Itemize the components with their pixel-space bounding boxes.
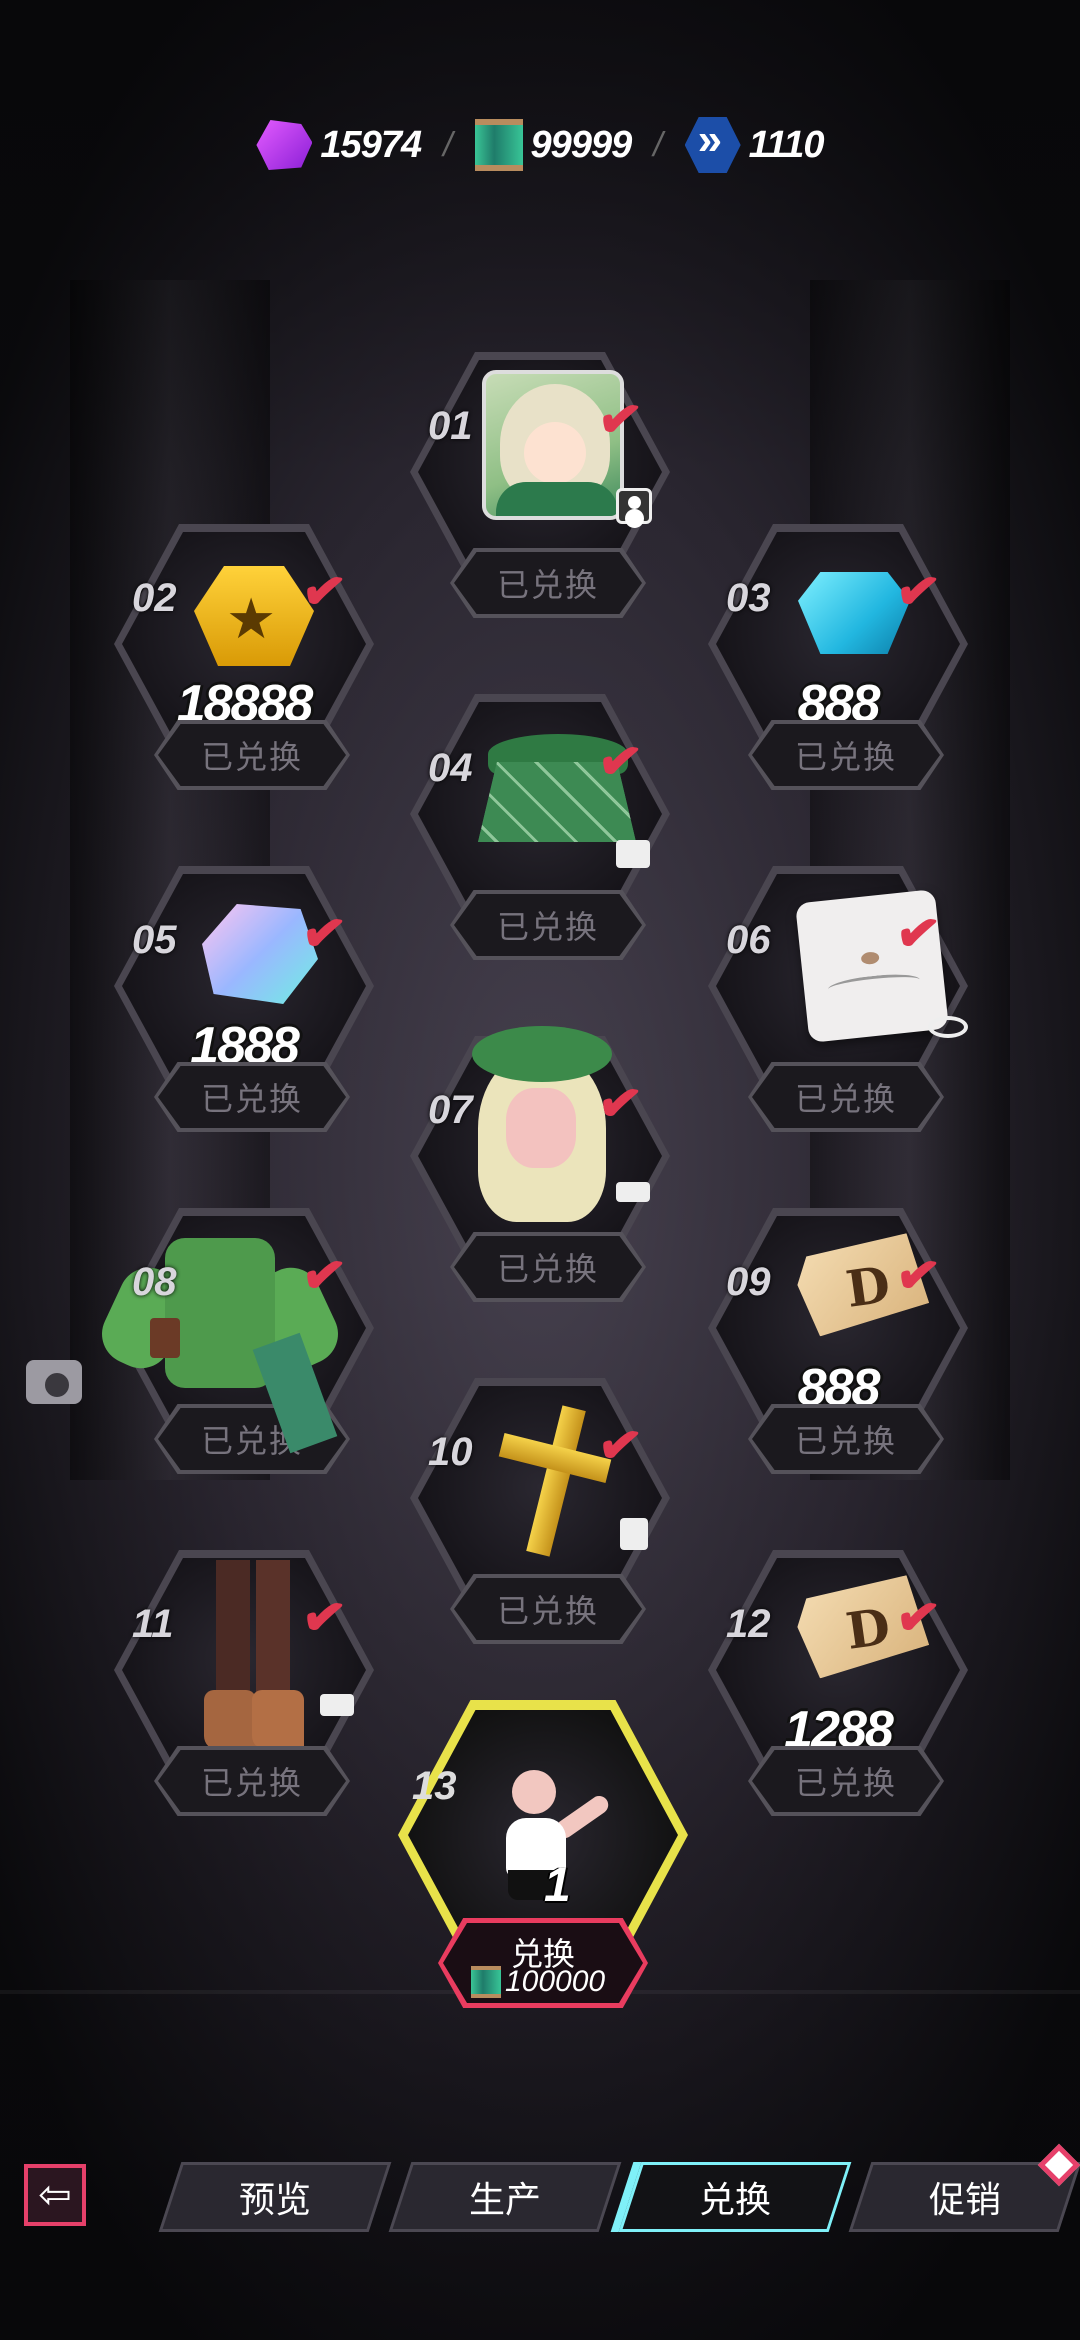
slot-01[interactable]: 01 ✔ 已兑换 (410, 352, 670, 632)
beret-hairstyle-icon (472, 1026, 612, 1226)
glove-type-icon (620, 1518, 648, 1550)
slot-11[interactable]: 11 ✔ 已兑换 (114, 1550, 374, 1830)
redeemed-label: 已兑换 (454, 552, 642, 614)
redeemed-label: 已兑换 (158, 724, 346, 786)
currency-chevrons: 1110 (684, 117, 825, 173)
purple-gem-icon (256, 120, 313, 170)
check-icon: ✔ (892, 1586, 944, 1650)
redeemed-label: 已兑换 (454, 894, 642, 956)
redeemed-button[interactable]: 已兑换 (450, 890, 646, 960)
back-button[interactable]: ⇦ (24, 2164, 86, 2226)
redeemed-button[interactable]: 已兑换 (154, 720, 350, 790)
redeemed-button[interactable]: 已兑换 (748, 1404, 944, 1474)
camera-icon[interactable] (26, 1360, 82, 1404)
slot-10[interactable]: 10 ✔ 已兑换 (410, 1378, 670, 1658)
check-icon: ✔ (298, 1244, 350, 1308)
slot-number: 05 (132, 918, 177, 962)
check-icon: ✔ (892, 560, 944, 624)
redeemed-button[interactable]: 已兑换 (154, 1746, 350, 1816)
redeemed-label: 已兑换 (454, 1578, 642, 1640)
check-icon: ✔ (594, 1414, 646, 1478)
slot-number: 04 (428, 746, 473, 790)
slot-03[interactable]: 888 03 ✔ 已兑换 (708, 524, 968, 804)
tab-label: 预览 (238, 2179, 311, 2220)
pose-action-icon: 1 (486, 1770, 616, 1912)
slot-13[interactable]: 13 1 兑换 100000 (398, 1700, 688, 2010)
tab-label: 促销 (928, 2179, 1001, 2220)
slot-number: 13 (412, 1764, 457, 1808)
slot-number: 10 (428, 1430, 473, 1474)
slot-02[interactable]: 18888 02 ✔ 已兑换 (114, 524, 374, 804)
redeemed-label: 已兑换 (158, 1750, 346, 1812)
tickets-value: 99999 (530, 123, 633, 166)
slot-number: 09 (726, 1260, 771, 1304)
back-arrow-icon: ⇦ (38, 2173, 72, 2217)
green-ticket-icon (471, 1966, 501, 1998)
check-icon: ✔ (594, 1072, 646, 1136)
tab-exchange[interactable]: 兑换 (618, 2162, 852, 2232)
tab-label: 生产 (468, 2179, 541, 2220)
slot-09[interactable]: 888 09 ✔ 已兑换 (708, 1208, 968, 1488)
slot-number: 07 (428, 1088, 473, 1132)
slot-08[interactable]: 已兑换 08 ✔ (92, 1208, 374, 1488)
redeemed-button[interactable]: 已兑换 (154, 1062, 350, 1132)
slot-number: 08 (132, 1260, 177, 1304)
slot-07[interactable]: 已兑换 07 ✔ (410, 1026, 670, 1316)
slot-06[interactable]: 06 ✔ 已兑换 (708, 866, 968, 1146)
slot-number: 03 (726, 576, 771, 620)
exchange-button-bg: 兑换 100000 (443, 1923, 643, 2003)
check-icon: ✔ (892, 902, 944, 966)
gems-value: 15974 (320, 123, 422, 166)
exchange-button[interactable]: 兑换 100000 (438, 1918, 648, 2008)
redeemed-label: 已兑换 (454, 1236, 642, 1298)
slot-number: 01 (428, 404, 473, 448)
tab-preview[interactable]: 预览 (158, 2162, 392, 2232)
exchange-price: 100000 (471, 1965, 605, 1999)
redeemed-button[interactable]: 已兑换 (748, 1746, 944, 1816)
check-icon: ✔ (892, 1244, 944, 1308)
redeemed-button[interactable]: 已兑换 (748, 1062, 944, 1132)
currency-tickets: 99999 (474, 119, 633, 171)
check-icon: ✔ (298, 560, 350, 624)
slot-04[interactable]: 04 ✔ 已兑换 (410, 694, 670, 974)
slot-05[interactable]: 1888 05 ✔ 已兑换 (114, 866, 374, 1146)
tab-label: 兑换 (698, 2179, 771, 2220)
green-ticket-icon (474, 119, 523, 171)
brown-boots-icon (204, 1540, 304, 1760)
slot-number: 06 (726, 918, 771, 962)
gold-cross-icon (498, 1405, 612, 1557)
separator: / (653, 125, 663, 164)
lips-type-icon (928, 1016, 968, 1038)
tab-production[interactable]: 生产 (388, 2162, 622, 2232)
check-icon: ✔ (594, 388, 646, 452)
pants-type-icon (616, 840, 650, 868)
currency-bar: 15974 / 99999 / 1110 (0, 110, 1080, 180)
check-icon: ✔ (594, 730, 646, 794)
redeemed-label: 已兑换 (752, 724, 940, 786)
shoe-type-icon (320, 1694, 354, 1716)
price-value: 100000 (505, 1965, 606, 1998)
redeemed-label: 已兑换 (752, 1408, 940, 1470)
redeemed-button[interactable]: 已兑换 (450, 1232, 646, 1302)
currency-gems: 15974 (256, 120, 422, 170)
redeemed-label: 已兑换 (752, 1750, 940, 1812)
slot-number: 12 (726, 1602, 771, 1646)
redeemed-button[interactable]: 已兑换 (450, 1574, 646, 1644)
blue-chevron-icon (684, 117, 741, 173)
chevrons-value: 1110 (748, 123, 825, 166)
slot-12[interactable]: 1288 12 ✔ 已兑换 (708, 1550, 968, 1830)
hat-type-icon (616, 1182, 650, 1202)
redeemed-label: 已兑换 (752, 1066, 940, 1128)
avatar-type-icon (616, 488, 652, 524)
separator: / (443, 125, 453, 164)
pose-count: 1 (544, 1859, 571, 1912)
redeemed-button[interactable]: 已兑换 (450, 548, 646, 618)
check-icon: ✔ (298, 902, 350, 966)
slot-number: 11 (132, 1602, 174, 1646)
redeemed-button[interactable]: 已兑换 (748, 720, 944, 790)
redeemed-label: 已兑换 (158, 1066, 346, 1128)
check-icon: ✔ (298, 1586, 350, 1650)
slot-number: 02 (132, 576, 177, 620)
